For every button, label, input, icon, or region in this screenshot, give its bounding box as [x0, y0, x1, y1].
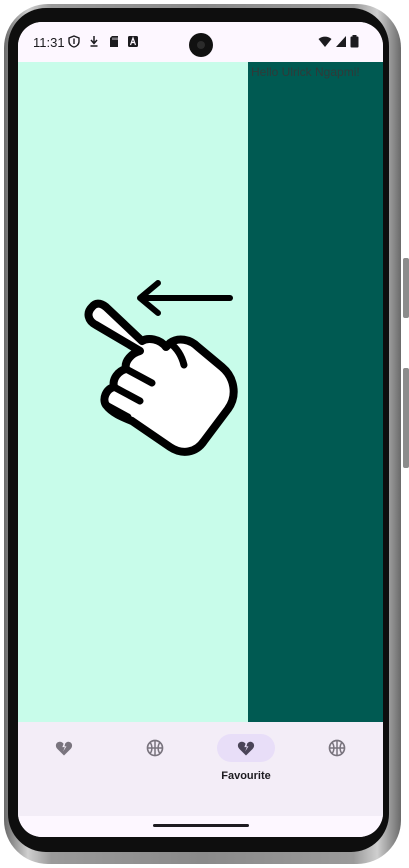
screen: 11:31 Hello Ulrick Ngapmi! Favourite	[18, 22, 383, 837]
basketball-icon	[146, 739, 164, 757]
download-icon	[90, 36, 98, 47]
nav-label-favourite: Favourite	[221, 770, 271, 782]
broken-heart-icon	[237, 741, 255, 756]
volume-button	[403, 368, 409, 468]
swipe-left-hand-icon	[84, 280, 238, 456]
bottom-navigation: Favourite	[18, 722, 383, 816]
gesture-area	[18, 816, 383, 837]
device: 11:31 Hello Ulrick Ngapmi! Favourite	[0, 0, 409, 868]
home-indicator[interactable]	[153, 824, 249, 827]
nav-item-4[interactable]	[295, 722, 383, 816]
basketball-icon	[328, 739, 346, 757]
nav-item-2[interactable]	[113, 722, 204, 816]
a-icon	[128, 36, 138, 47]
main-content: Hello Ulrick Ngapmi!	[18, 62, 383, 722]
sd-card-icon	[110, 36, 118, 47]
wifi-icon	[318, 36, 332, 47]
status-bar: 11:31	[18, 22, 383, 62]
right-pane[interactable]: Hello Ulrick Ngapmi!	[248, 62, 383, 722]
status-time: 11:31	[33, 35, 65, 50]
nav-item-1[interactable]	[22, 722, 113, 816]
broken-heart-icon	[55, 741, 73, 756]
shield-icon	[68, 35, 80, 48]
left-pane[interactable]	[18, 62, 248, 722]
signal-icon	[336, 36, 346, 47]
battery-icon	[350, 35, 359, 48]
power-button	[403, 258, 409, 318]
greeting-text: Hello Ulrick Ngapmi!	[251, 65, 360, 79]
front-camera	[189, 33, 213, 57]
nav-item-favourite[interactable]: Favourite	[204, 722, 295, 816]
